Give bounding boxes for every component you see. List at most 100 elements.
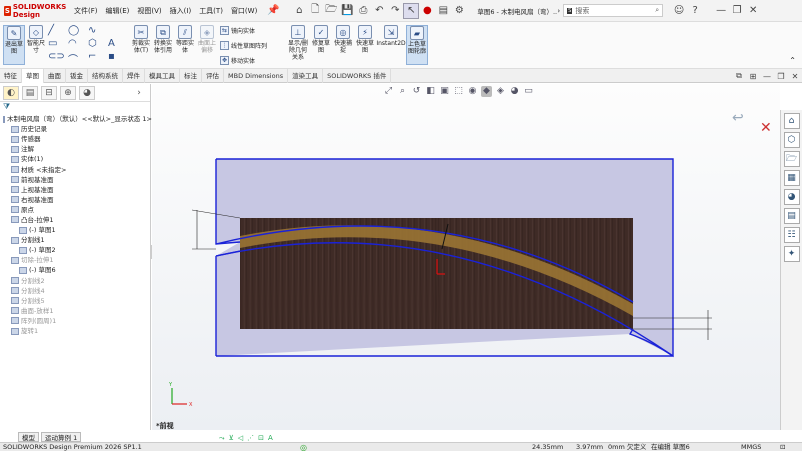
app-logo[interactable]: S SOLIDWORKS Design bbox=[0, 3, 70, 19]
tree-item[interactable]: 原点 bbox=[0, 205, 150, 215]
options-gear-icon[interactable]: ⚙ bbox=[451, 3, 467, 19]
tab-mold-tools[interactable]: 模具工具 bbox=[145, 69, 180, 83]
rapid-sketch-button[interactable]: ⚡ 快速草图 bbox=[355, 25, 375, 54]
help-icon[interactable]: ? bbox=[687, 3, 703, 19]
fillet-tool-icon[interactable]: ⌒ bbox=[68, 51, 78, 66]
tab-render-tools[interactable]: 渲染工具 bbox=[288, 69, 324, 83]
chevron-right-icon[interactable]: › bbox=[557, 7, 560, 15]
filter-icon[interactable]: ⧩ bbox=[3, 102, 10, 111]
confirm-corner-cancel-icon[interactable]: ✕ bbox=[760, 120, 772, 136]
new-document-icon[interactable]: 🗋 bbox=[307, 3, 323, 19]
tree-item[interactable]: 切除-拉伸1 bbox=[0, 255, 150, 265]
linear-pattern-button[interactable]: ⋮ 线性草图阵列 bbox=[220, 41, 267, 50]
tab-structure-system[interactable]: 结构系统 bbox=[88, 69, 123, 83]
collapse-ribbon-icon[interactable]: ⌃ bbox=[789, 56, 796, 65]
display-style-icon[interactable]: ◉ bbox=[467, 86, 478, 97]
open-folder-icon[interactable]: 🗁 bbox=[323, 3, 339, 19]
section-view-icon[interactable]: ◧ bbox=[425, 86, 436, 97]
line-tool-icon[interactable]: ╱ bbox=[48, 25, 54, 36]
tree-item[interactable]: 上视基准面 bbox=[0, 185, 150, 195]
display-delete-relations-button[interactable]: ⊥ 显示/删除几何关系 bbox=[287, 25, 309, 61]
home-icon[interactable]: ⌂ bbox=[291, 3, 307, 19]
tab-sheet-metal[interactable]: 钣金 bbox=[66, 69, 88, 83]
tab-features[interactable]: 特征 bbox=[0, 69, 22, 83]
save-icon[interactable]: 💾 bbox=[339, 3, 355, 19]
arc-tool-icon[interactable]: ◠ bbox=[68, 38, 77, 49]
panel-expand-icon[interactable]: ⊞ bbox=[746, 69, 760, 83]
3dexperience-icon[interactable]: ✦ bbox=[783, 246, 800, 262]
tree-item[interactable]: 前视基准面 bbox=[0, 175, 150, 185]
restore-icon[interactable]: ❐ bbox=[729, 3, 745, 19]
point-tool-icon[interactable]: ▪ bbox=[108, 51, 115, 62]
tree-item[interactable]: 旋转1 bbox=[0, 326, 150, 336]
close-window-icon[interactable]: ✕ bbox=[745, 3, 761, 19]
tab-evaluate[interactable]: 评估 bbox=[202, 69, 224, 83]
mirror-entities-button[interactable]: ⇆ 镜向实体 bbox=[220, 26, 255, 35]
tree-item[interactable]: 木制电风扇（弯）（默认）<<默认>_显示状态 1> bbox=[0, 114, 152, 124]
tree-item[interactable]: 分割线4 bbox=[0, 286, 150, 296]
status-toggle-icon[interactable]: ⊡ bbox=[780, 443, 785, 451]
tree-item[interactable]: 实体(1) bbox=[0, 154, 150, 164]
status-rebuild-icon[interactable]: ◎ bbox=[300, 443, 307, 451]
forum-icon[interactable]: ☷ bbox=[783, 227, 800, 243]
feature-manager-tab-icon[interactable]: ◐ bbox=[3, 85, 19, 100]
panel-more-chevron-icon[interactable]: › bbox=[131, 86, 147, 100]
print-icon[interactable]: ⎙ bbox=[355, 3, 371, 19]
smart-dimension-button[interactable]: ◇ 智能尺寸 bbox=[27, 25, 45, 54]
file-explorer-icon[interactable]: 🗁 bbox=[783, 151, 800, 167]
tab-sketch[interactable]: 草图 bbox=[22, 69, 44, 83]
tab-model[interactable]: 模型 bbox=[18, 432, 39, 442]
tree-item[interactable]: 分割线5 bbox=[0, 296, 150, 306]
menu-window[interactable]: 窗口(W) bbox=[227, 6, 261, 16]
view-palette-icon[interactable]: ▦ bbox=[783, 170, 800, 186]
traffic-light-icon[interactable]: ● bbox=[419, 3, 435, 19]
zoom-area-icon[interactable]: ⌕ bbox=[397, 86, 408, 97]
menu-file[interactable]: 文件(F) bbox=[70, 6, 102, 16]
property-manager-tab-icon[interactable]: ▤ bbox=[22, 85, 38, 100]
quick-snaps-button[interactable]: ◎ 快速捕捉 bbox=[333, 25, 353, 54]
search-box[interactable]: S 搜索 ⌕ bbox=[563, 4, 664, 17]
convert-entities-button[interactable]: ⧉ 转换实体引用 bbox=[153, 25, 173, 54]
offset-entities-button[interactable]: ⫽ 等距实体 bbox=[175, 25, 195, 54]
slot-tool-icon[interactable]: ⊂⊃ bbox=[48, 51, 65, 62]
tree-item[interactable]: 分割线1 bbox=[0, 235, 150, 245]
user-account-icon[interactable]: ☺ bbox=[671, 3, 687, 19]
minimize-icon[interactable]: — bbox=[713, 3, 729, 19]
graphics-area[interactable]: Y X *前视 ↩ ✕ bbox=[152, 84, 780, 430]
tree-item[interactable]: (-) 草图1 bbox=[0, 225, 150, 235]
custom-properties-icon[interactable]: ▤ bbox=[783, 208, 800, 224]
menu-tools[interactable]: 工具(T) bbox=[195, 6, 227, 16]
instant2d-button[interactable]: ⇲ Instant2D bbox=[376, 25, 406, 47]
tab-markup[interactable]: 标注 bbox=[180, 69, 202, 83]
dynamic-annotation-icon[interactable]: ▣ bbox=[439, 86, 450, 97]
exit-sketch-button[interactable]: ✎ 退出草图 bbox=[3, 25, 25, 65]
tree-item[interactable]: 历史记录 bbox=[0, 124, 150, 134]
circle-tool-icon[interactable]: ◯ bbox=[68, 25, 79, 36]
tab-weldments[interactable]: 焊件 bbox=[123, 69, 145, 83]
design-library-icon[interactable]: ⬡ bbox=[783, 132, 800, 148]
shaded-sketch-contours-button[interactable]: ▰ 上色草图轮廓 bbox=[406, 25, 428, 65]
configuration-manager-tab-icon[interactable]: ⊟ bbox=[41, 85, 57, 100]
status-units[interactable]: MMGS bbox=[741, 443, 761, 451]
rectangle-tool-icon[interactable]: ▭ bbox=[48, 38, 57, 49]
tree-item[interactable]: (-) 草图2 bbox=[0, 245, 150, 255]
dimxpert-manager-tab-icon[interactable]: ⊕ bbox=[60, 85, 76, 100]
sketch-fillet-icon[interactable]: ⌐ bbox=[88, 51, 96, 62]
file-properties-icon[interactable]: ▤ bbox=[435, 3, 451, 19]
previous-view-icon[interactable]: ↺ bbox=[411, 86, 422, 97]
pin-icon[interactable]: 📌 bbox=[265, 3, 281, 19]
panel-toggle-icon[interactable]: ⧉ bbox=[732, 69, 746, 83]
hide-show-items-icon[interactable]: ◆ bbox=[481, 86, 492, 97]
tree-item[interactable]: 曲面-放样1 bbox=[0, 306, 150, 316]
tree-item[interactable]: 凸台-拉伸1 bbox=[0, 215, 150, 225]
repair-sketch-button[interactable]: ✓ 修复草图 bbox=[311, 25, 331, 54]
tab-mbd-dimensions[interactable]: MBD Dimensions bbox=[224, 69, 289, 83]
sketch-canvas[interactable]: Y X bbox=[152, 84, 780, 430]
menu-edit[interactable]: 编辑(E) bbox=[102, 6, 134, 16]
view-orientation-icon[interactable]: ⬚ bbox=[453, 86, 464, 97]
doc-minimize-icon[interactable]: — bbox=[760, 69, 774, 83]
tab-solidworks-addins[interactable]: SOLIDWORKS 插件 bbox=[323, 69, 392, 83]
offset-on-surface-button[interactable]: ◈ 曲面上偏移 bbox=[197, 25, 217, 54]
apply-scene-icon[interactable]: ◕ bbox=[509, 86, 520, 97]
search-icon[interactable]: ⌕ bbox=[655, 6, 659, 15]
